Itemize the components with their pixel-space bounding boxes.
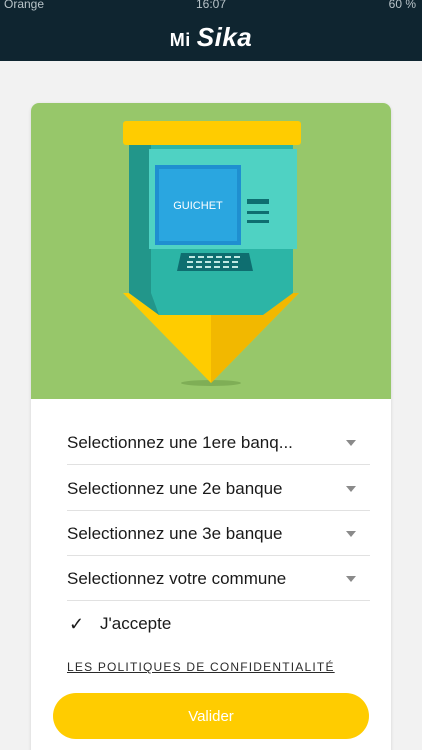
- chevron-down-icon: [346, 531, 356, 537]
- app-logo: Mi Sika: [170, 22, 253, 53]
- chevron-down-icon: [346, 576, 356, 582]
- battery-label: 60 %: [388, 0, 416, 11]
- atm-label: GUICHET: [173, 200, 223, 212]
- atm-cash-slot: [247, 211, 269, 214]
- status-bar: Orange 16:07 60 %: [0, 0, 422, 14]
- atm-top-bar: [123, 121, 301, 145]
- atm-receipt-slot: [247, 220, 269, 223]
- submit-button[interactable]: Valider: [53, 693, 369, 739]
- commune-select-value: Selectionnez votre commune: [67, 569, 287, 588]
- logo-name: Sika: [196, 22, 253, 52]
- commune-select[interactable]: Selectionnez votre commune: [67, 556, 370, 601]
- bank1-select[interactable]: Selectionnez une 1ere banq...: [67, 420, 370, 465]
- app-header: Mi Sika: [0, 14, 422, 61]
- status-time: 16:07: [195, 0, 227, 11]
- privacy-policy-link[interactable]: LES POLITIQUES DE CONFIDENTIALITÉ: [67, 660, 335, 674]
- bank3-select[interactable]: Selectionnez une 3e banque: [67, 511, 370, 556]
- atm-illustration: GUICHET: [123, 121, 301, 386]
- accept-checkbox[interactable]: ✓ J'accepte: [67, 602, 370, 647]
- atm-card-slot: [247, 199, 269, 204]
- chevron-down-icon: [346, 486, 356, 492]
- bank2-select[interactable]: Selectionnez une 2e banque: [67, 466, 370, 511]
- logo-prefix: Mi: [169, 30, 191, 50]
- chevron-down-icon: [346, 440, 356, 446]
- hero-illustration: GUICHET: [31, 103, 391, 399]
- checkmark-icon: ✓: [69, 614, 85, 634]
- bank2-select-value: Selectionnez une 2e banque: [67, 479, 283, 498]
- bank3-select-value: Selectionnez une 3e banque: [67, 524, 283, 543]
- accept-label: J'accepte: [100, 614, 172, 633]
- form-card: GUICHET Selectionnez une 1ere banq... Se…: [31, 103, 391, 750]
- bank1-select-value: Selectionnez une 1ere banq...: [67, 433, 293, 452]
